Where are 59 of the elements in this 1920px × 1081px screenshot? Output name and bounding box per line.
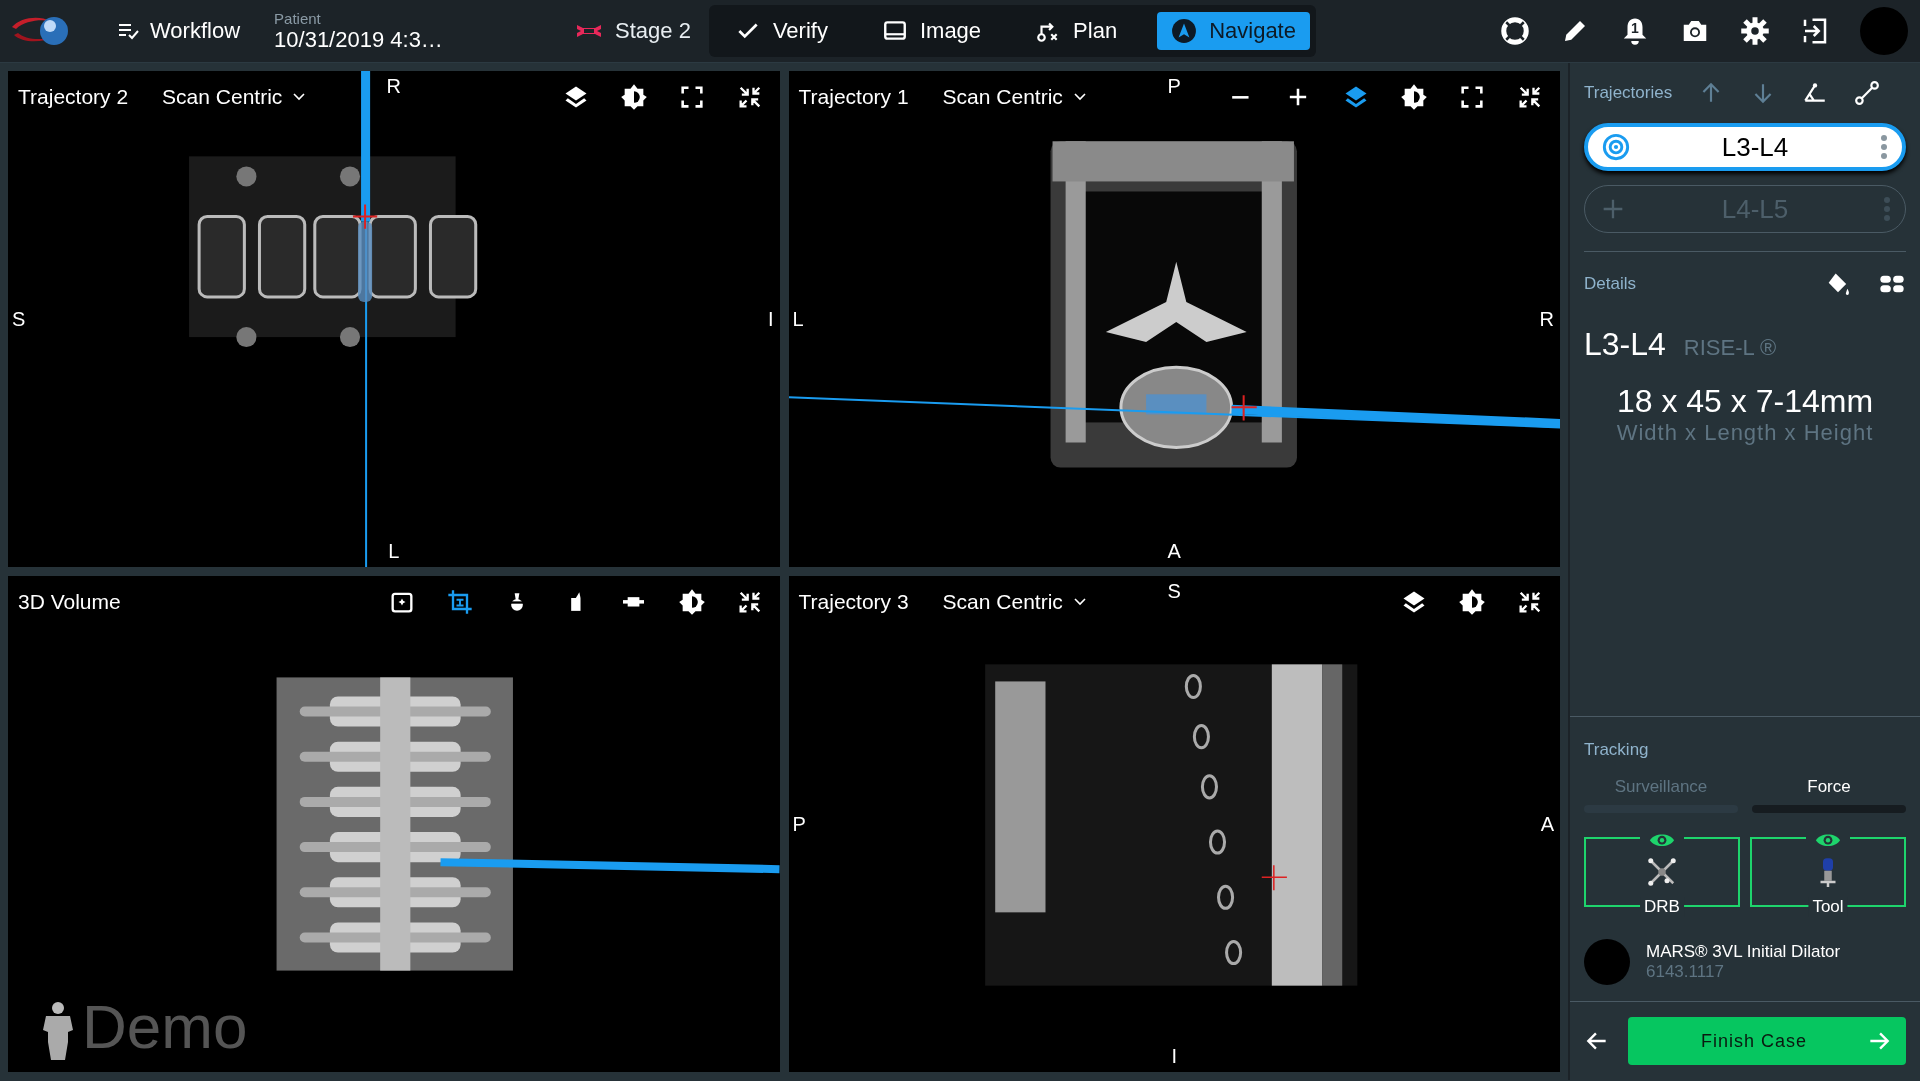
view-icon[interactable] xyxy=(510,592,525,612)
trajectory-button[interactable] xyxy=(1854,80,1881,106)
orientation-label: I xyxy=(767,307,774,331)
orientation-label: L xyxy=(792,307,804,331)
section-title: Details xyxy=(1584,274,1636,294)
orientation-label: I xyxy=(1171,1045,1178,1068)
view-icon[interactable] xyxy=(622,596,644,608)
section-title: Trajectories xyxy=(1584,83,1673,103)
orientation-label: R xyxy=(386,75,401,98)
patient-label: Patient xyxy=(274,9,322,27)
viewport-title: Trajectory 2 xyxy=(18,85,129,109)
orientation-label: P xyxy=(792,812,806,836)
orientation-label: R xyxy=(1539,307,1554,331)
nav-tab[interactable]: Verify xyxy=(720,12,842,50)
patient-date: 10/31/2019 4:3… xyxy=(274,26,444,53)
brightness-icon[interactable] xyxy=(619,82,648,112)
brightness-icon[interactable] xyxy=(1400,82,1428,112)
brightness-icon[interactable] xyxy=(677,587,706,617)
cross-marker-icon xyxy=(1647,857,1677,887)
zoom-out-icon[interactable] xyxy=(1230,94,1250,100)
trajectory-item[interactable]: L3-L4 xyxy=(1584,123,1906,171)
orientation-label: L xyxy=(388,540,400,563)
level-title: L3-L4 xyxy=(1584,326,1666,363)
notification-button[interactable]: 1 xyxy=(1620,16,1650,46)
implant-name: RISE-L ® xyxy=(1683,335,1777,361)
stage-indicator: Stage 2 xyxy=(569,14,697,48)
crop-icon[interactable] xyxy=(445,587,474,617)
tool-avatar xyxy=(1584,939,1630,985)
view-mode-dropdown[interactable]: Scan Centric xyxy=(942,83,1087,111)
view-mode-dropdown[interactable]: Scan Centric xyxy=(942,588,1087,616)
nav-tab[interactable]: Image xyxy=(867,12,996,50)
orientation-label: A xyxy=(1540,812,1554,836)
orientation-label: S xyxy=(12,307,26,331)
viewport-title: Trajectory 1 xyxy=(798,85,909,109)
orientation-label: A xyxy=(1167,540,1181,563)
dimensions-caption: Width x Length x Height xyxy=(1615,420,1875,446)
more-icon xyxy=(1883,196,1891,222)
viewport-title: 3D Volume xyxy=(18,590,121,614)
more-icon xyxy=(1880,134,1888,160)
view-icon[interactable] xyxy=(569,591,582,613)
notification-count: 1 xyxy=(1631,21,1639,35)
implant-dimensions: 18 x 45 x 7-14mm xyxy=(1615,383,1875,420)
nav-tab[interactable]: Navigate xyxy=(1157,12,1310,50)
settings-button[interactable] xyxy=(1740,16,1770,46)
orientation-label: S xyxy=(1167,580,1181,603)
brightness-icon[interactable] xyxy=(1458,587,1486,617)
nav-tab[interactable]: Plan xyxy=(1021,12,1132,50)
section-title: Tracking xyxy=(1584,740,1649,760)
finish-case-button[interactable]: Finish Case xyxy=(1628,1017,1906,1065)
workflow-button[interactable]: Workflow xyxy=(110,14,247,48)
help-button[interactable] xyxy=(1500,16,1530,46)
viewport-title: Trajectory 3 xyxy=(798,590,909,614)
target-icon xyxy=(1602,133,1630,161)
tool-name: MARS® 3VL Initial Dilator xyxy=(1646,942,1841,962)
orientation-label: P xyxy=(1167,75,1181,98)
view-mode-dropdown[interactable]: Scan Centric xyxy=(162,83,307,111)
tool-number: 6143.1117 xyxy=(1646,962,1725,982)
demo-watermark: Demo xyxy=(82,991,248,1062)
tracking-mode-tab[interactable]: Force xyxy=(1752,777,1906,813)
